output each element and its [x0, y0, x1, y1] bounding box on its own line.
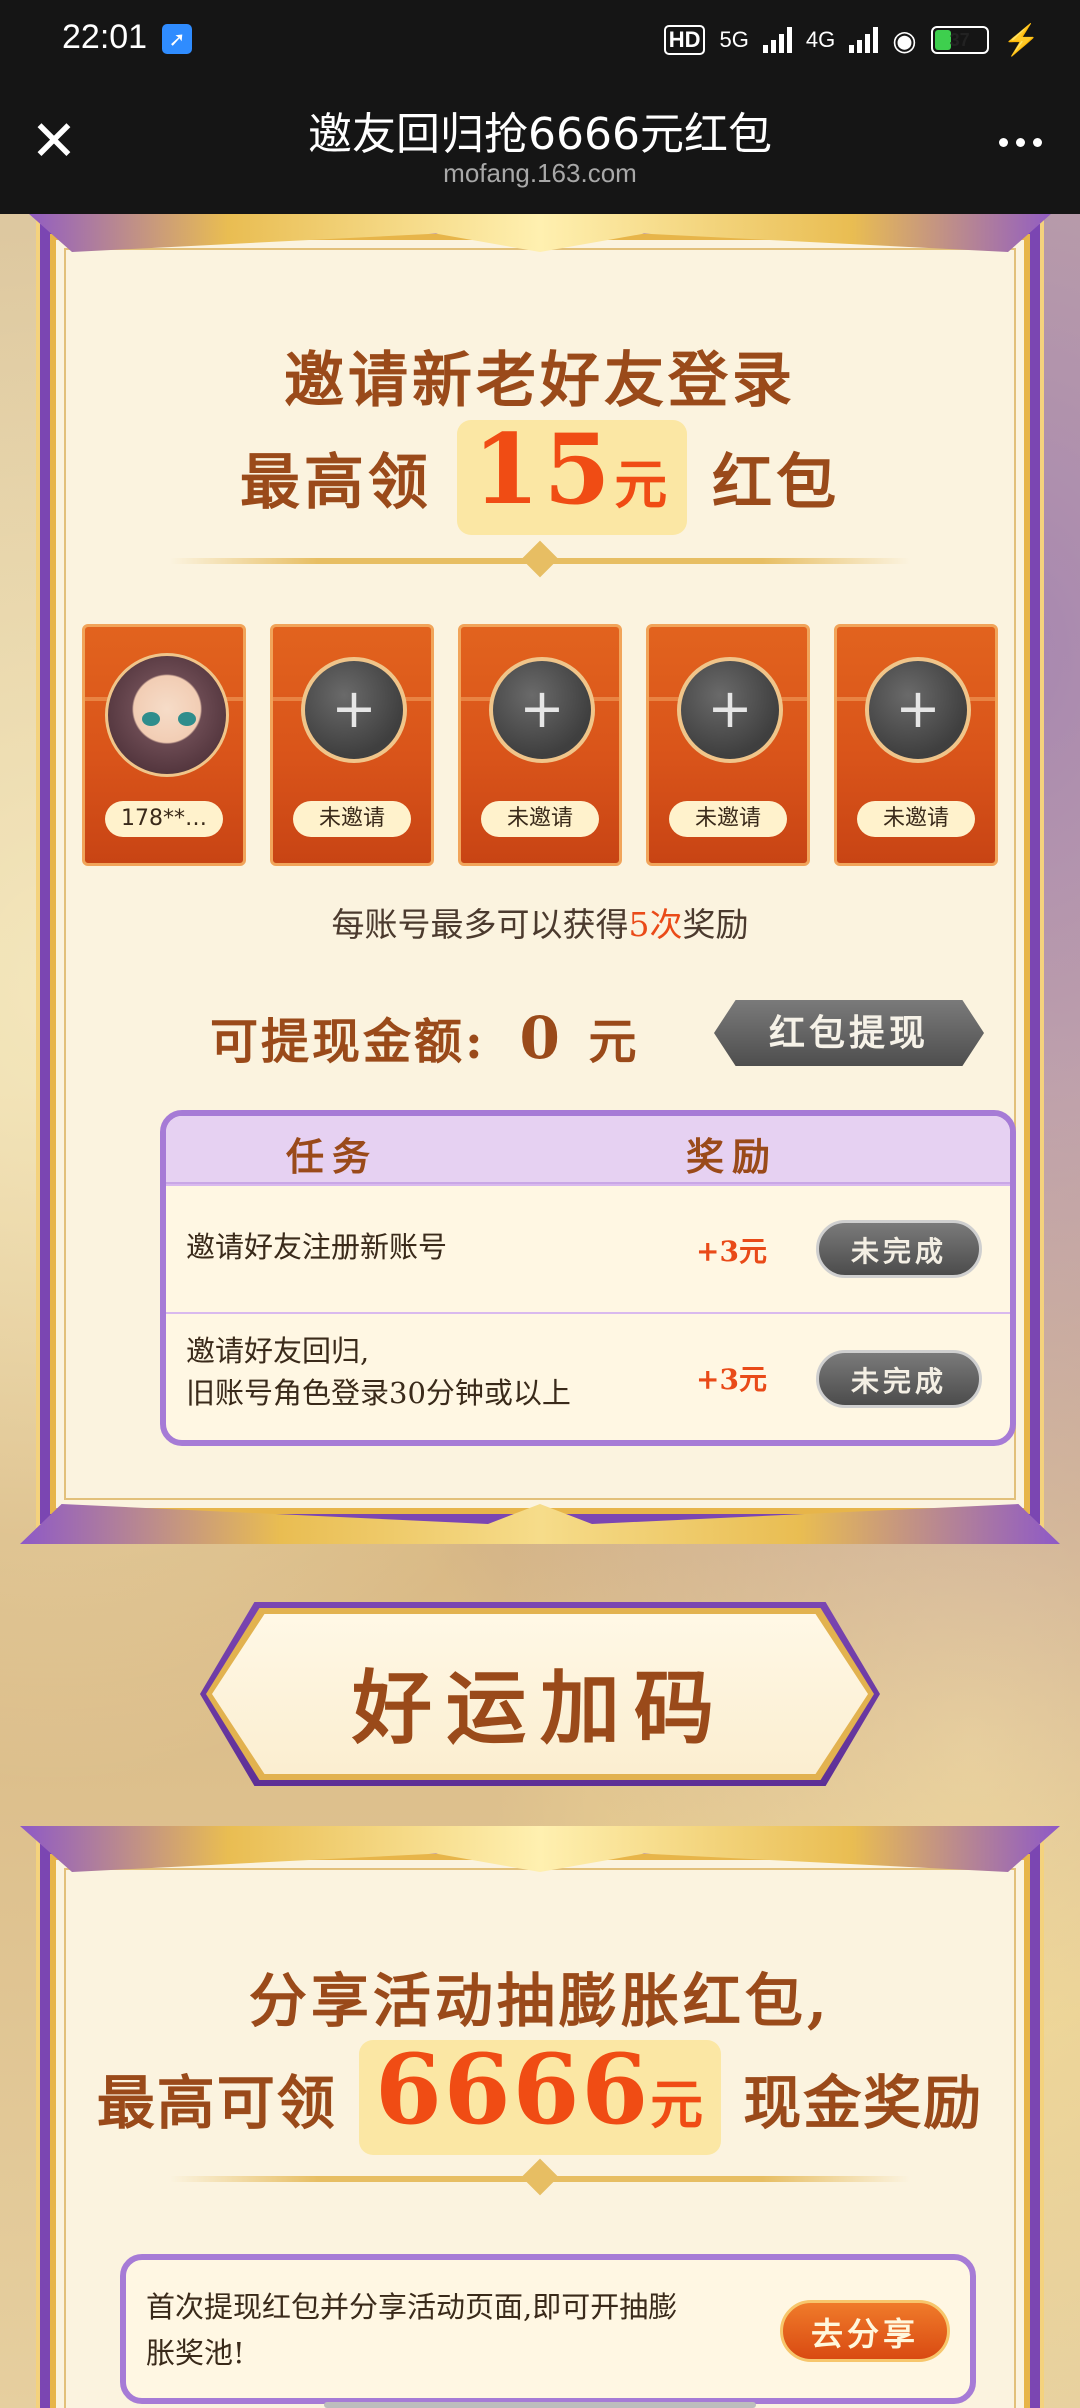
status-time: 22:01	[62, 18, 148, 56]
invite-card[interactable]: + 未邀请	[834, 624, 998, 866]
task-table: 任务 奖励 邀请好友注册新账号 +3元 未完成 邀请好友回归, 旧账号角色登录3…	[160, 1110, 1016, 1446]
task-status-button[interactable]: 未完成	[816, 1220, 982, 1278]
section-banner: 好运加码	[212, 1614, 868, 1774]
divider	[170, 558, 910, 564]
task-column-header: 任务	[286, 1134, 379, 1179]
luck-heading-post: 现金奖励	[743, 2069, 984, 2137]
panel-crest-top	[20, 1826, 1060, 1872]
task-row: 邀请好友注册新账号 +3元 未完成	[166, 1184, 1010, 1312]
invite-limit-post: 奖励	[682, 905, 749, 944]
network-5g-label: 5G	[719, 27, 749, 52]
task-reward: +3元	[696, 1235, 767, 1268]
page-content[interactable]: 邀请新老好友登录 最高领 15元 红包 每账号最多可以获得5次奖励 可提现金额:…	[0, 214, 1080, 2408]
add-friend-icon[interactable]: +	[865, 657, 971, 763]
invite-amount-badge: 15元	[456, 420, 688, 535]
task-text: 邀请好友注册新账号	[186, 1230, 448, 1264]
withdraw-amount: 0	[519, 1004, 563, 1072]
panel-crest-bottom	[20, 1504, 1060, 1544]
invite-heading-pre: 最高领	[239, 448, 432, 518]
panel-crest-top	[20, 214, 1060, 252]
task-text-line2: 旧账号角色登录30分钟或以上	[186, 1376, 571, 1410]
status-indicators: HD 5G 4G ◉ 37 ⚡	[663, 16, 1040, 64]
share-button[interactable]: 去分享	[780, 2300, 950, 2362]
status-bar: 22:01 ➚ HD 5G 4G ◉ 37 ⚡	[0, 0, 1080, 80]
reward-column-header: 奖励	[686, 1134, 779, 1179]
page-title: 邀友回归抢6666元红包	[308, 109, 772, 160]
app-notification-icon: ➚	[162, 24, 192, 54]
signal-icon-2	[849, 27, 879, 53]
wifi-icon: ◉	[892, 24, 917, 56]
add-friend-icon[interactable]: +	[301, 657, 407, 763]
invite-card-label: 未邀请	[669, 801, 787, 837]
battery-icon: 37	[930, 26, 989, 54]
browser-title-bar: ✕ 邀友回归抢6666元红包 mofang.163.com	[0, 80, 1080, 214]
share-description: 首次提现红包并分享活动页面,即可开抽膨胀奖池!	[146, 2290, 678, 2370]
avatar-eye	[142, 712, 160, 726]
share-task-box: 首次提现红包并分享活动页面,即可开抽膨胀奖池! 去分享	[120, 2254, 976, 2404]
page-url: mofang.163.com	[443, 158, 637, 188]
invite-heading-line1: 邀请新老好友登录	[284, 346, 796, 416]
luck-heading-pre: 最高可领	[96, 2069, 337, 2137]
more-icon[interactable]	[992, 122, 1048, 162]
invite-card[interactable]: + 未邀请	[458, 624, 622, 866]
withdraw-button[interactable]: 红包提现	[714, 1000, 984, 1066]
section-title: 好运加码	[352, 1661, 728, 1755]
invite-card[interactable]: + 未邀请	[646, 624, 810, 866]
task-reward: +3元	[696, 1363, 767, 1396]
invite-limit-pre: 每账号最多可以获得	[331, 905, 629, 944]
invite-limit-highlight: 5次	[628, 905, 683, 944]
invite-card-label: 178**…	[105, 801, 223, 837]
task-table-header: 任务 奖励	[166, 1116, 1010, 1184]
signal-icon	[762, 27, 792, 53]
withdraw-label: 可提现金额:	[210, 1014, 486, 1070]
invite-card-label: 未邀请	[481, 801, 599, 837]
task-status-button[interactable]: 未完成	[816, 1350, 982, 1408]
invite-card-list: 178**… + 未邀请 + 未邀请 + 未邀请 + 未邀请	[40, 624, 1040, 866]
invite-card-label: 未邀请	[857, 801, 975, 837]
avatar-eye	[178, 712, 196, 726]
withdraw-unit: 元	[588, 1014, 640, 1070]
divider	[170, 2176, 910, 2182]
invite-card[interactable]: 178**…	[82, 624, 246, 866]
invite-amount-unit: 元	[614, 454, 672, 516]
add-friend-icon[interactable]: +	[489, 657, 595, 763]
invite-panel: 邀请新老好友登录 最高领 15元 红包 每账号最多可以获得5次奖励 可提现金额:…	[20, 214, 1060, 1544]
invite-amount: 15	[472, 413, 615, 526]
luck-amount-unit: 元	[650, 2074, 705, 2136]
friend-avatar	[105, 653, 229, 777]
network-4g-label: 4G	[805, 27, 836, 52]
invite-heading-post: 红包	[712, 448, 841, 518]
invite-card[interactable]: + 未邀请	[270, 624, 434, 866]
home-indicator	[324, 2402, 756, 2408]
charging-icon: ⚡	[1002, 23, 1040, 57]
luck-amount-badge: 6666元	[359, 2040, 721, 2155]
luck-amount: 6666	[375, 2033, 651, 2146]
withdraw-amount-row: 可提现金额: 0 元	[210, 1002, 640, 1072]
invite-limit-note: 每账号最多可以获得5次奖励	[50, 898, 1030, 946]
battery-percent: 37	[949, 30, 970, 50]
luck-heading-line1: 分享活动抽膨胀红包,	[248, 1967, 832, 2035]
luck-panel: 分享活动抽膨胀红包, 最高可领 6666元 现金奖励 首次提现红包并分享活动页面…	[20, 1826, 1060, 2408]
invite-heading-line2: 最高领 15元 红包	[50, 420, 1030, 535]
hd-icon: HD	[663, 25, 706, 55]
task-text-line1: 邀请好友回归,	[186, 1334, 370, 1368]
add-friend-icon[interactable]: +	[677, 657, 783, 763]
luck-heading-line2: 最高可领 6666元 现金奖励	[50, 2040, 1030, 2155]
task-row: 邀请好友回归, 旧账号角色登录30分钟或以上 +3元 未完成	[166, 1312, 1010, 1440]
invite-card-label: 未邀请	[293, 801, 411, 837]
task-text: 邀请好友回归, 旧账号角色登录30分钟或以上	[186, 1330, 571, 1414]
